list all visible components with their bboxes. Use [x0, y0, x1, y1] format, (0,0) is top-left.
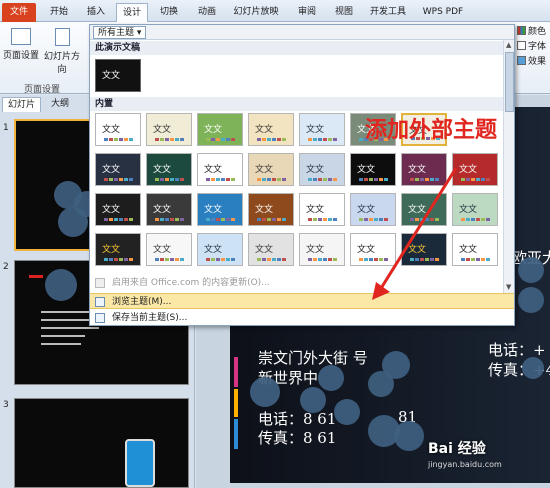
annotation-arrow: [372, 167, 458, 300]
baidu-watermark-url: jingyan.baidu.com: [428, 460, 502, 469]
annotation-arrow-head: [372, 282, 390, 300]
baidu-watermark: Bai 经验: [428, 441, 486, 457]
annotation-arrow-line: [378, 167, 458, 291]
